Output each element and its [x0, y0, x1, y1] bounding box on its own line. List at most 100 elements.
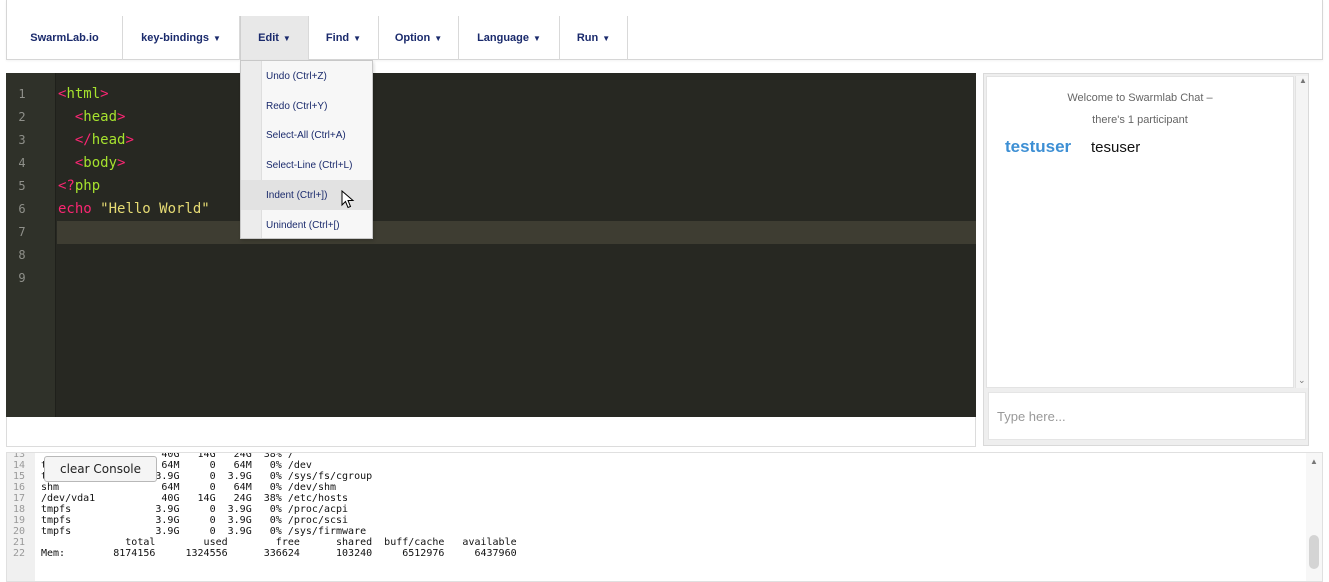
- chevron-down-icon: ▼: [212, 33, 221, 43]
- chevron-down-icon: ▼: [282, 33, 291, 43]
- code-token: body: [83, 155, 118, 171]
- menu-item-select-line[interactable]: Select-Line (Ctrl+L): [262, 150, 372, 180]
- console-line: 18 tmpfs 3.9G 0 3.9G 0% /proc/acpi: [13, 504, 348, 515]
- code-token: "Hello World": [100, 201, 210, 217]
- menu-swarmlab[interactable]: SwarmLab.io: [7, 16, 123, 60]
- scroll-up-icon[interactable]: ▲: [1310, 457, 1318, 466]
- chevron-down-icon: ▼: [533, 33, 541, 43]
- chat-message-text: tesuser: [1091, 139, 1141, 156]
- console-output: 13 40G 14G 24G 38% /14 tmpfs 64M 0 64M 0%…: [6, 452, 1323, 582]
- menu-label: Find: [325, 32, 350, 44]
- chevron-down-icon: ▼: [353, 33, 362, 43]
- code-line: <html>: [58, 83, 109, 106]
- console-line-number: 19: [13, 515, 26, 526]
- console-line-text: tmpfs 3.9G 0 3.9G 0% /proc/scsi: [41, 515, 349, 526]
- line-number: 2: [18, 110, 26, 124]
- code-token: >: [117, 155, 126, 171]
- console-line-text: /dev/vda1 40G 14G 24G 38% /etc/hosts: [41, 493, 349, 504]
- code-token: php: [74, 178, 101, 194]
- console-line-number: 14: [13, 460, 26, 471]
- console-line-text: Mem: 8174156 1324556 336624 103240 65129…: [41, 548, 517, 559]
- chevron-down-icon: ▼: [602, 33, 611, 43]
- mouse-pointer-icon: [341, 190, 355, 209]
- code-token: head: [91, 132, 126, 148]
- line-number: 6: [18, 202, 26, 216]
- code-line: <head>: [58, 106, 126, 129]
- menu-label: Option: [394, 32, 431, 44]
- chat-username: testuser: [1005, 137, 1072, 156]
- line-number: 9: [18, 271, 26, 285]
- chat-messages: Welcome to Swarmlab Chat – there's 1 par…: [986, 76, 1294, 388]
- chat-welcome: Welcome to Swarmlab Chat –: [1067, 92, 1213, 104]
- console-line-number: 20: [13, 526, 26, 537]
- chevron-down-icon[interactable]: ⌄: [1298, 375, 1306, 386]
- console-line-number: 13: [13, 452, 26, 460]
- code-token: >: [117, 109, 126, 125]
- console-line-number: 22: [13, 548, 26, 559]
- menu-label: SwarmLab.io: [30, 32, 99, 44]
- line-number: 4: [18, 156, 26, 170]
- code-token: html: [66, 86, 101, 102]
- console-line-text: tmpfs 3.9G 0 3.9G 0% /proc/acpi: [41, 504, 349, 515]
- code-line: echo "Hello World": [58, 198, 210, 221]
- console-line: 21 total used free shared buff/cache ava…: [13, 537, 517, 548]
- chat-participants: there's 1 participant: [1092, 114, 1188, 126]
- menu-label: Run: [576, 32, 599, 44]
- edit-dropdown-menu: Undo (Ctrl+Z) Redo (Ctrl+Y) Select-All (…: [240, 60, 373, 239]
- console-line: 22 Mem: 8174156 1324556 336624 103240 651…: [13, 548, 517, 559]
- code-token: <: [58, 109, 84, 125]
- code-line: <body>: [58, 152, 126, 175]
- menu-label: key-bindings: [141, 32, 209, 44]
- console-line-number: 16: [13, 482, 26, 493]
- line-number: 7: [18, 225, 26, 239]
- scrollbar-thumb[interactable]: [1309, 535, 1319, 569]
- code-token: head: [83, 109, 118, 125]
- console-line-number: 17: [13, 493, 26, 504]
- scroll-up-icon[interactable]: ▲: [1299, 76, 1307, 85]
- console-line: 20 tmpfs 3.9G 0 3.9G 0% /sys/firmware: [13, 526, 366, 537]
- editor-gutter: 1 2 3 4 5 6 7 8 9: [6, 73, 56, 417]
- menu-label: Edit: [258, 32, 279, 44]
- console-line: 16 shm 64M 0 64M 0% /dev/shm: [13, 482, 336, 493]
- console-line: 17/dev/vda1 40G 14G 24G 38% /etc/hosts: [13, 493, 348, 504]
- line-number: 3: [18, 133, 26, 147]
- menu-edit[interactable]: Edit ▼: [240, 16, 309, 60]
- code-token: </: [58, 132, 92, 148]
- active-line-highlight: [57, 221, 976, 244]
- code-token: >: [100, 86, 109, 102]
- code-editor[interactable]: 1 2 3 4 5 6 7 8 9 <html> <head> </head> …: [6, 73, 976, 417]
- console-scrollbar[interactable]: ▲: [1306, 453, 1322, 581]
- console-line: 19 tmpfs 3.9G 0 3.9G 0% /proc/scsi: [13, 515, 348, 526]
- chat-input[interactable]: [988, 392, 1306, 440]
- code-token: echo: [58, 201, 101, 217]
- menu-item-unindent[interactable]: Unindent (Ctrl+[): [262, 210, 372, 240]
- menu-key-bindings[interactable]: key-bindings ▼: [123, 16, 240, 60]
- chat-panel: Welcome to Swarmlab Chat – there's 1 par…: [983, 73, 1309, 446]
- code-token: >: [125, 132, 134, 148]
- console-line-number: 21: [13, 537, 26, 548]
- menu-item-redo[interactable]: Redo (Ctrl+Y): [262, 91, 372, 121]
- editor-status-strip: [6, 417, 976, 447]
- line-number: 1: [18, 87, 26, 101]
- console-line-text: shm 64M 0 64M 0% /dev/shm: [41, 482, 337, 493]
- console-line-number: 18: [13, 504, 26, 515]
- menu-run[interactable]: Run ▼: [560, 16, 628, 60]
- code-line: </head>: [58, 129, 134, 152]
- console-line-text: total used free shared buff/cache availa…: [41, 537, 517, 548]
- line-number: 8: [18, 248, 26, 262]
- chat-scrollbar[interactable]: ▲ ⌄: [1295, 76, 1308, 388]
- menu-label: Language: [477, 32, 530, 44]
- console-line-number: 15: [13, 471, 26, 482]
- line-number: 5: [18, 179, 26, 193]
- code-token: <?: [58, 178, 75, 194]
- clear-console-button[interactable]: clear Console: [44, 456, 157, 482]
- menu-option[interactable]: Option ▼: [379, 16, 459, 60]
- menu-language[interactable]: Language ▼: [459, 16, 560, 60]
- menu-find[interactable]: Find ▼: [309, 16, 379, 60]
- code-token: <: [58, 155, 84, 171]
- menu-item-undo[interactable]: Undo (Ctrl+Z): [262, 61, 372, 91]
- menu-bar: SwarmLab.io key-bindings ▼ Edit ▼ Find ▼…: [6, 0, 1323, 60]
- code-line: <?php: [58, 175, 100, 198]
- chevron-down-icon: ▼: [434, 33, 443, 43]
- menu-item-select-all[interactable]: Select-All (Ctrl+A): [262, 120, 372, 150]
